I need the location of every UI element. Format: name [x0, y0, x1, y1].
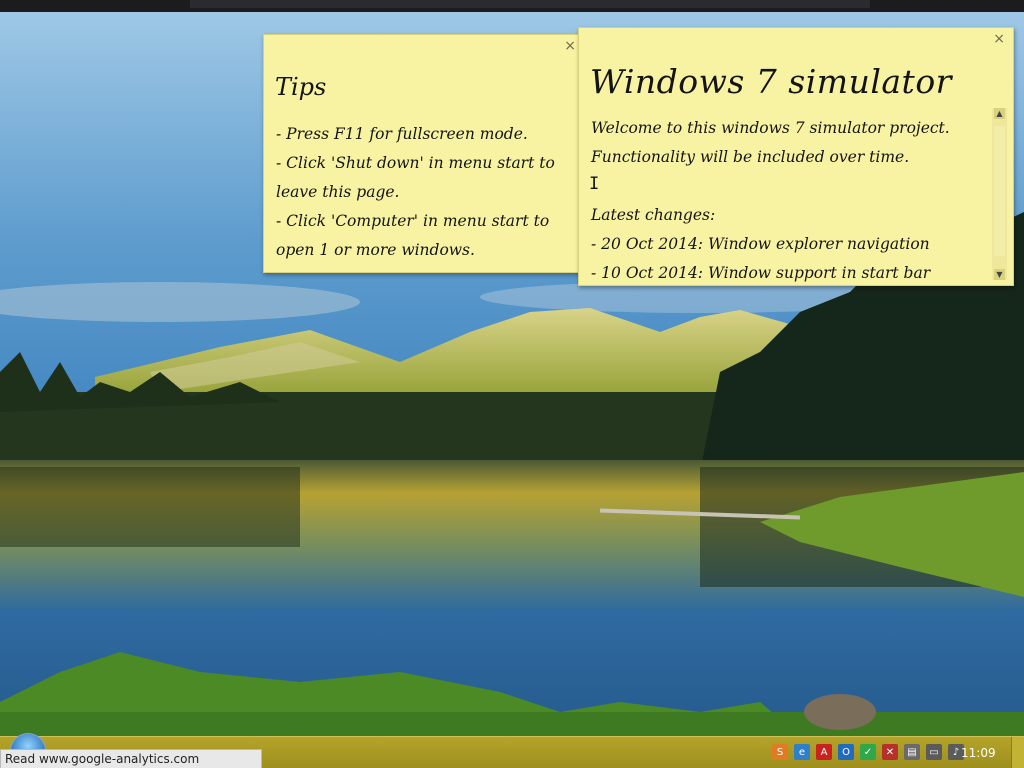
tips-item: - Click 'Computer' in menu start to open… [276, 212, 550, 259]
tips-note[interactable]: × Tips - Press F11 for fullscreen mode. … [263, 34, 585, 273]
flag-error-icon[interactable]: ✕ [882, 744, 898, 760]
note-line: - 20 Oct 2014: Window explorer navigatio… [591, 235, 930, 253]
outlook-icon[interactable]: O [838, 744, 854, 760]
note-line: - 10 Oct 2014: Window support in start b… [591, 264, 931, 282]
note-line: Functionality will be included over time… [591, 148, 910, 166]
text-cursor-icon: I [589, 174, 600, 194]
system-tray: Se A O ✓ ✕ ▤ ▭ ♪ [772, 744, 964, 762]
taskbar-clock[interactable]: 11:09 [961, 746, 996, 760]
note-line [591, 172, 986, 201]
app-orange-icon[interactable]: S [772, 744, 788, 760]
main-note-title: Windows 7 simulator [590, 62, 952, 101]
tips-item: - Press F11 for fullscreen mode. [276, 125, 528, 143]
tips-title: Tips [275, 73, 327, 101]
top-strip [0, 0, 1024, 12]
main-note-body[interactable]: Welcome to this windows 7 simulator proj… [591, 114, 986, 288]
monitor-icon[interactable]: ▭ [926, 744, 942, 760]
tips-list: - Press F11 for fullscreen mode. - Click… [276, 120, 579, 265]
desktop-screen: × Tips - Press F11 for fullscreen mode. … [0, 0, 1024, 768]
browser-status-bar: Read www.google-analytics.com [0, 749, 262, 768]
network-globe-icon[interactable]: e [794, 744, 810, 760]
scroll-down-icon[interactable]: ▼ [994, 269, 1005, 280]
pdf-icon[interactable]: A [816, 744, 832, 760]
windows7-simulator-note[interactable]: × Windows 7 simulator Welcome to this wi… [578, 27, 1014, 286]
note-scrollbar[interactable]: ▲ ▼ [992, 108, 1007, 280]
note-line: Latest changes: [591, 206, 716, 224]
main-note-close-icon[interactable]: × [993, 31, 1005, 47]
tips-close-icon[interactable]: × [564, 38, 576, 54]
scroll-thumb[interactable] [994, 126, 1005, 256]
tips-item: - Click 'Shut down' in menu start to lea… [276, 154, 555, 201]
shield-check-icon[interactable]: ✓ [860, 744, 876, 760]
note-line: Welcome to this windows 7 simulator proj… [591, 119, 950, 137]
taskbar: Read www.google-analytics.com Se A O ✓ ✕ ▤ ▭ ♪ … [0, 733, 1024, 768]
show-desktop-button[interactable] [1011, 737, 1024, 768]
scroll-up-icon[interactable]: ▲ [994, 108, 1005, 119]
clipboard-icon[interactable]: ▤ [904, 744, 920, 760]
